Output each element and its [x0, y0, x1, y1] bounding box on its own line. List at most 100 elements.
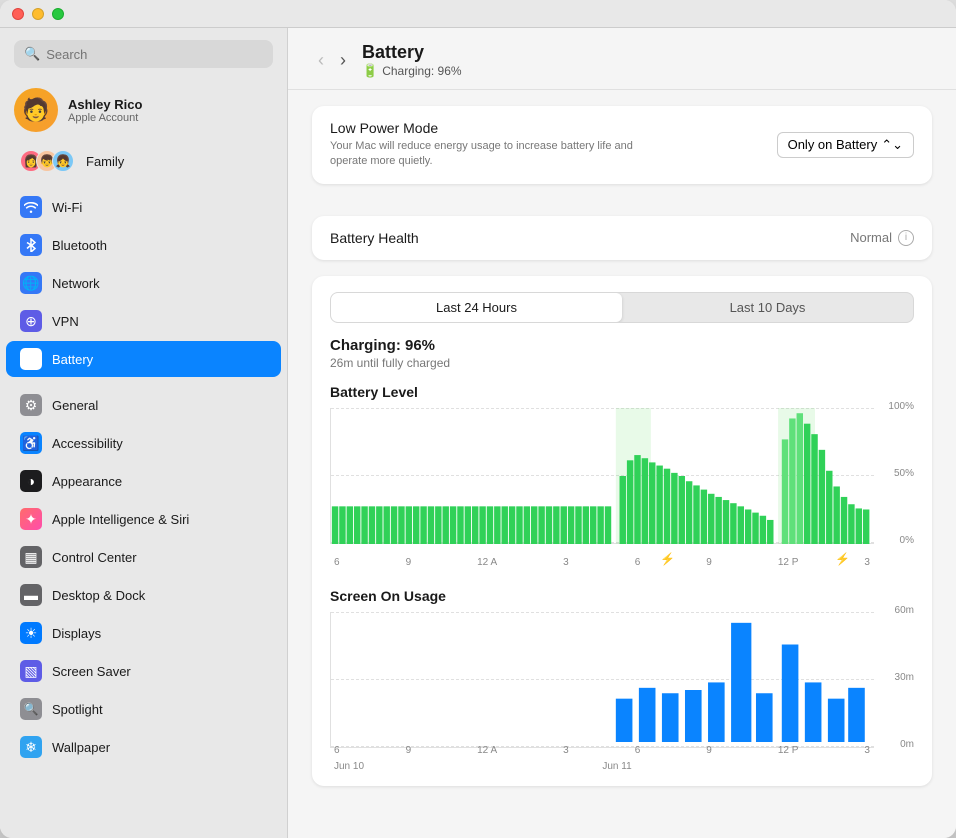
- search-bar[interactable]: 🔍: [14, 40, 273, 68]
- siri-label: Apple Intelligence & Siri: [52, 512, 189, 527]
- vpn-icon: ⊕: [20, 310, 42, 332]
- control-icon: ▦: [20, 546, 42, 568]
- tab-last-10-days[interactable]: Last 10 Days: [622, 293, 913, 322]
- y-label-100: 100%: [878, 401, 914, 412]
- family-avatars: 👩 👦 👧: [20, 150, 74, 172]
- appearance-icon: ◑: [20, 470, 42, 492]
- x-label-12p: 12 P: [778, 557, 799, 568]
- chart-panel: Last 24 Hours Last 10 Days Charging: 96%…: [312, 276, 932, 786]
- user-info: Ashley Rico Apple Account: [68, 97, 142, 124]
- x-label-12a: 12 A: [477, 557, 497, 568]
- displays-label: Displays: [52, 626, 101, 641]
- minimize-button[interactable]: [32, 8, 44, 20]
- low-power-mode-row: Low Power Mode Your Mac will reduce ener…: [312, 106, 932, 184]
- family-avatar-3: 👧: [52, 150, 74, 172]
- x-label-6: 6: [334, 557, 340, 568]
- sidebar-item-wallpaper[interactable]: ❄ Wallpaper: [6, 729, 281, 765]
- sidebar-item-accessibility[interactable]: ♿ Accessibility: [6, 425, 281, 461]
- main-header: ‹ › Battery 🔋 Charging: 96%: [288, 28, 956, 90]
- sidebar-item-screensaver[interactable]: ▧ Screen Saver: [6, 653, 281, 689]
- avatar: 🧑: [14, 88, 58, 132]
- low-power-mode-left: Low Power Mode Your Mac will reduce ener…: [330, 120, 650, 170]
- back-button[interactable]: ‹: [312, 48, 330, 73]
- sidebar-item-network[interactable]: 🌐 Network: [6, 265, 281, 301]
- network-label: Network: [52, 276, 100, 291]
- wallpaper-label: Wallpaper: [52, 740, 110, 755]
- sidebar-item-general[interactable]: ⚙ General: [6, 387, 281, 423]
- bluetooth-icon: [20, 234, 42, 256]
- header-title-area: Battery 🔋 Charging: 96%: [362, 42, 462, 79]
- sy-label-0: 0m: [878, 739, 914, 750]
- search-input[interactable]: [46, 47, 263, 62]
- time-toggle[interactable]: Last 24 Hours Last 10 Days: [330, 292, 914, 323]
- general-label: General: [52, 398, 98, 413]
- control-label: Control Center: [52, 550, 137, 565]
- sx-9b: 9: [706, 745, 712, 756]
- sidebar-item-siri[interactable]: ✦ Apple Intelligence & Siri: [6, 501, 281, 537]
- family-label: Family: [86, 154, 124, 169]
- sidebar-divider-2: [0, 378, 287, 386]
- date-jun10: Jun 10: [334, 761, 364, 772]
- forward-button[interactable]: ›: [334, 48, 352, 73]
- displays-icon: ☀: [20, 622, 42, 644]
- sidebar-item-control[interactable]: ▦ Control Center: [6, 539, 281, 575]
- screen-on-title: Screen On Usage: [330, 588, 914, 604]
- battery-level-title: Battery Level: [330, 384, 914, 400]
- sidebar-item-spotlight[interactable]: 🔍 Spotlight: [6, 691, 281, 727]
- charging-symbol-1: ⚡: [660, 552, 675, 566]
- battery-chart: 100% 50% 0%: [330, 408, 914, 568]
- sidebar-item-appearance[interactable]: ◑ Appearance: [6, 463, 281, 499]
- nav-buttons: ‹ ›: [312, 48, 352, 73]
- low-power-mode-select[interactable]: Only on Battery ⌃⌄: [777, 132, 914, 158]
- battery-icon: 🔋: [20, 348, 42, 370]
- screen-date-labels: Jun 10 Jun 11: [330, 761, 874, 772]
- sx-3b: 3: [864, 745, 870, 756]
- network-icon: 🌐: [20, 272, 42, 294]
- app-window: 🔍 🧑 Ashley Rico Apple Account 👩 👦 👧 Fami: [0, 0, 956, 838]
- x-label-6b: 6: [635, 557, 641, 568]
- sx-6b: 6: [635, 745, 641, 756]
- sidebar-item-bluetooth[interactable]: Bluetooth: [6, 227, 281, 263]
- charge-eta: 26m until fully charged: [330, 356, 914, 370]
- user-name: Ashley Rico: [68, 97, 142, 112]
- sidebar-item-displays[interactable]: ☀ Displays: [6, 615, 281, 651]
- siri-icon: ✦: [20, 508, 42, 530]
- charging-icon: 🔋: [362, 63, 378, 79]
- sidebar-item-battery[interactable]: 🔋 Battery: [6, 341, 281, 377]
- screen-bars-container: [330, 612, 874, 742]
- sidebar-divider: [0, 180, 287, 188]
- battery-bars-container: [330, 408, 874, 544]
- info-icon[interactable]: i: [898, 230, 914, 246]
- sidebar-item-family[interactable]: 👩 👦 👧 Family: [6, 143, 281, 179]
- date-jun11: Jun 11: [602, 761, 631, 772]
- sidebar-item-desktop[interactable]: ▬ Desktop & Dock: [6, 577, 281, 613]
- x-label-3: 3: [563, 557, 569, 568]
- title-bar: [0, 0, 956, 28]
- page-title: Battery: [362, 42, 462, 63]
- screensaver-label: Screen Saver: [52, 664, 131, 679]
- maximize-button[interactable]: [52, 8, 64, 20]
- charge-status: Charging: 96%: [330, 337, 914, 354]
- wifi-icon: [20, 196, 42, 218]
- appearance-label: Appearance: [52, 474, 122, 489]
- desktop-label: Desktop & Dock: [52, 588, 145, 603]
- sidebar-item-vpn[interactable]: ⊕ VPN: [6, 303, 281, 339]
- bluetooth-label: Bluetooth: [52, 238, 107, 253]
- low-power-mode-value: Only on Battery: [788, 137, 878, 152]
- vpn-label: VPN: [52, 314, 79, 329]
- sidebar: 🔍 🧑 Ashley Rico Apple Account 👩 👦 👧 Fami: [0, 28, 288, 838]
- battery-label: Battery: [52, 352, 93, 367]
- screen-x-labels: 6 9 12 A 3 6 9 12 P 3: [330, 745, 874, 756]
- battery-health-row: Battery Health Normal i: [312, 216, 932, 260]
- x-label-9b: 9: [706, 557, 712, 568]
- search-icon: 🔍: [24, 46, 40, 62]
- tab-last-24-hours[interactable]: Last 24 Hours: [331, 293, 622, 322]
- y-label-50: 50%: [878, 468, 914, 479]
- close-button[interactable]: [12, 8, 24, 20]
- spotlight-label: Spotlight: [52, 702, 103, 717]
- battery-x-labels: 6 9 12 A 3 6 9 12 P 3: [330, 557, 874, 568]
- battery-health-value: Normal: [850, 230, 892, 245]
- sidebar-item-wifi[interactable]: Wi-Fi: [6, 189, 281, 225]
- charging-symbol-2: ⚡: [835, 552, 850, 566]
- user-section[interactable]: 🧑 Ashley Rico Apple Account: [0, 80, 287, 142]
